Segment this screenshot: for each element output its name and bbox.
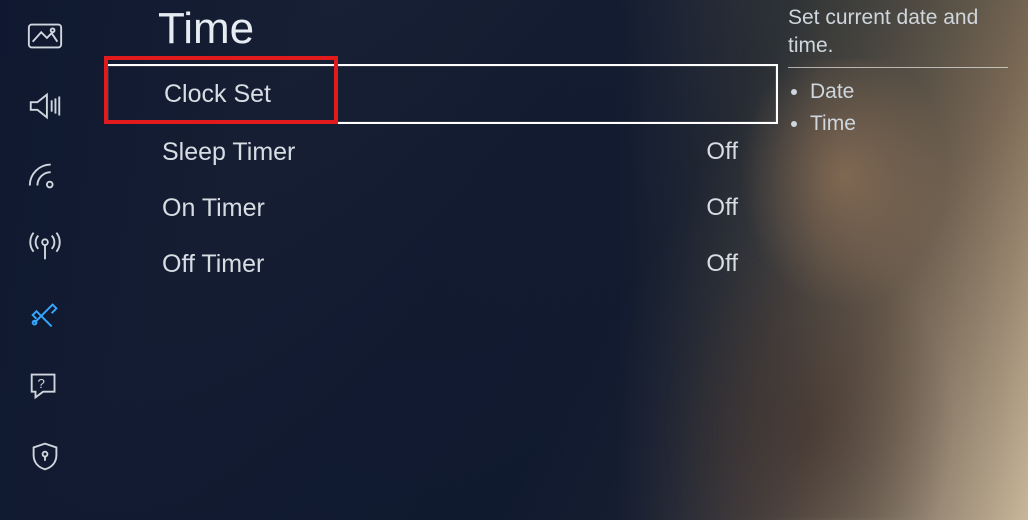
row-clock-set[interactable]: Clock Set <box>106 64 778 124</box>
row-value: Off <box>706 250 738 278</box>
help-bullet: Date <box>810 78 1008 106</box>
system-icon[interactable] <box>26 300 64 332</box>
help-panel: Set current date and time. Date Time <box>788 4 1008 142</box>
row-on-timer[interactable]: On Timer Off <box>106 180 778 236</box>
row-label: Sleep Timer <box>162 138 295 167</box>
broadcast-icon[interactable] <box>26 160 64 192</box>
settings-list: Clock Set Sleep Timer Off On Timer Off O… <box>106 64 778 292</box>
row-label: Clock Set <box>164 80 271 109</box>
picture-icon[interactable] <box>26 20 64 52</box>
row-value: Off <box>706 194 738 222</box>
settings-sidebar: ? <box>0 0 90 520</box>
time-settings-panel: Time Clock Set Sleep Timer Off On Timer … <box>100 0 778 520</box>
help-bullets: Date Time <box>788 78 1008 139</box>
page-title: Time <box>100 0 778 64</box>
support-icon[interactable]: ? <box>26 370 64 402</box>
svg-text:?: ? <box>37 376 44 391</box>
row-label: Off Timer <box>162 250 264 279</box>
security-icon[interactable] <box>26 440 64 472</box>
help-bullet: Time <box>810 110 1008 138</box>
row-value: Off <box>706 138 738 166</box>
sound-icon[interactable] <box>26 90 64 122</box>
help-text: Set current date and time. <box>788 4 1008 68</box>
antenna-icon[interactable] <box>26 230 64 262</box>
row-off-timer[interactable]: Off Timer Off <box>106 236 778 292</box>
row-label: On Timer <box>162 194 265 223</box>
row-sleep-timer[interactable]: Sleep Timer Off <box>106 124 778 180</box>
